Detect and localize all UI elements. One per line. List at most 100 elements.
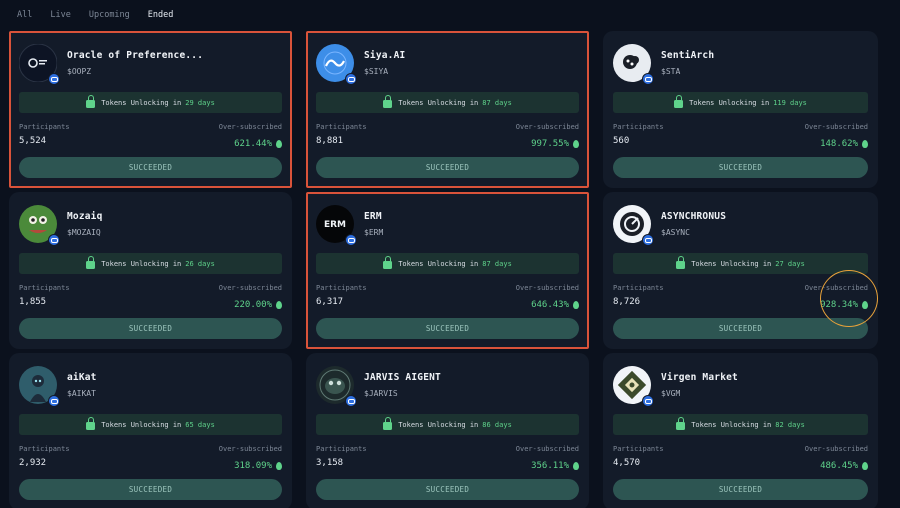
project-name: Oracle of Preference... — [67, 50, 204, 61]
oversubscribed-label: Over-subscribed — [804, 123, 868, 131]
chain-badge-icon — [48, 395, 60, 407]
oversubscribed-value: 220.00% — [234, 300, 282, 310]
status-button[interactable]: SUCCEEDED — [613, 157, 868, 178]
unlock-banner: Tokens Unlocking in 87 days — [316, 253, 579, 274]
unlock-banner: Tokens Unlocking in 86 days — [316, 414, 579, 435]
unlock-banner: Tokens Unlocking in 65 days — [19, 414, 282, 435]
project-card[interactable]: ERM ERM $ERM Tokens Unlocking in 87 days… — [306, 192, 589, 349]
lock-icon — [86, 256, 96, 269]
participants-label: Participants — [613, 445, 664, 453]
unlock-label: Tokens Unlocking in — [101, 98, 182, 107]
unlock-days: 86 days — [482, 420, 512, 429]
flame-icon — [862, 140, 868, 148]
participants-label: Participants — [19, 284, 70, 292]
unlock-label: Tokens Unlocking in — [398, 259, 479, 268]
project-name: ERM — [364, 211, 382, 222]
flame-icon — [276, 462, 282, 470]
unlock-banner: Tokens Unlocking in 82 days — [613, 414, 868, 435]
async-logo-icon — [613, 205, 654, 246]
chain-badge-icon — [345, 395, 357, 407]
participants-value: 560 — [613, 136, 630, 146]
status-button[interactable]: SUCCEEDED — [19, 479, 282, 500]
card-header: aiKat $AIKAT — [19, 365, 282, 407]
status-button[interactable]: SUCCEEDED — [19, 318, 282, 339]
project-card[interactable]: Mozaiq $MOZAIQ Tokens Unlocking in 26 da… — [9, 192, 292, 349]
participants-label: Participants — [613, 123, 664, 131]
project-ticker: $MOZAIQ — [67, 228, 101, 237]
participants-value: 4,570 — [613, 458, 641, 468]
status-button[interactable]: SUCCEEDED — [613, 479, 868, 500]
chain-badge-icon — [48, 234, 60, 246]
unlock-label: Tokens Unlocking in — [691, 420, 772, 429]
card-header: SentiArch $STA — [613, 43, 868, 85]
card-header: Siya.AI $SIYA — [316, 43, 579, 85]
participants-value: 8,881 — [316, 136, 344, 146]
project-card[interactable]: JARVIS AIGENT $JARVIS Tokens Unlocking i… — [306, 353, 589, 508]
project-card[interactable]: Siya.AI $SIYA Tokens Unlocking in 87 day… — [306, 31, 589, 188]
project-card[interactable]: aiKat $AIKAT Tokens Unlocking in 65 days… — [9, 353, 292, 508]
flame-icon — [573, 301, 579, 309]
lock-icon — [676, 417, 686, 430]
chain-badge-icon — [48, 73, 60, 85]
stats-row: Participants 4,570 Over-subscribed 486.4… — [613, 445, 868, 472]
project-card[interactable]: ASYNCHRONUS $ASYNC Tokens Unlocking in 2… — [603, 192, 878, 349]
status-button[interactable]: SUCCEEDED — [613, 318, 868, 339]
lock-icon — [383, 95, 393, 108]
oversubscribed-value: 356.11% — [531, 461, 579, 471]
participants-label: Participants — [19, 445, 70, 453]
project-name: Siya.AI — [364, 50, 406, 61]
unlock-banner: Tokens Unlocking in 26 days — [19, 253, 282, 274]
aikat-logo-icon — [19, 366, 60, 407]
chain-badge-icon — [642, 395, 654, 407]
lock-icon — [383, 256, 393, 269]
oversubscribed-value: 928.34% — [820, 300, 868, 310]
filter-tabs: All Live Upcoming Ended — [17, 10, 191, 20]
mozaiq-logo-icon — [19, 205, 60, 246]
oversubscribed-label: Over-subscribed — [804, 284, 868, 292]
oversubscribed-label: Over-subscribed — [218, 284, 282, 292]
project-card[interactable]: Oracle of Preference... $OOPZ Tokens Unl… — [9, 31, 292, 188]
status-button[interactable]: SUCCEEDED — [316, 318, 579, 339]
unlock-days: 29 days — [185, 98, 215, 107]
project-name: ASYNCHRONUS — [661, 211, 727, 222]
tab-all[interactable]: All — [17, 10, 32, 20]
project-card[interactable]: Virgen Market $VGM Tokens Unlocking in 8… — [603, 353, 878, 508]
project-name: aiKat — [67, 372, 97, 383]
oversubscribed-value: 621.44% — [234, 139, 282, 149]
unlock-label: Tokens Unlocking in — [689, 98, 770, 107]
erm-logo-icon: ERM — [316, 205, 357, 246]
participants-value: 6,317 — [316, 297, 344, 307]
oversubscribed-label: Over-subscribed — [515, 445, 579, 453]
flame-icon — [573, 462, 579, 470]
status-button[interactable]: SUCCEEDED — [316, 479, 579, 500]
participants-label: Participants — [316, 445, 367, 453]
card-header: JARVIS AIGENT $JARVIS — [316, 365, 579, 407]
project-ticker: $VGM — [661, 389, 681, 398]
project-ticker: $ASYNC — [661, 228, 690, 237]
status-button[interactable]: SUCCEEDED — [19, 157, 282, 178]
status-button[interactable]: SUCCEEDED — [316, 157, 579, 178]
oversubscribed-value: 318.09% — [234, 461, 282, 471]
tab-live[interactable]: Live — [50, 10, 70, 20]
unlock-banner: Tokens Unlocking in 29 days — [19, 92, 282, 113]
oversubscribed-value: 148.62% — [820, 139, 868, 149]
unlock-label: Tokens Unlocking in — [101, 259, 182, 268]
project-name: Virgen Market — [661, 372, 738, 383]
lock-icon — [676, 256, 686, 269]
tab-ended[interactable]: Ended — [148, 10, 174, 20]
project-ticker: $OOPZ — [67, 67, 92, 76]
participants-value: 8,726 — [613, 297, 641, 307]
participants-label: Participants — [19, 123, 70, 131]
tab-upcoming[interactable]: Upcoming — [89, 10, 130, 20]
stats-row: Participants 8,881 Over-subscribed 997.5… — [316, 123, 579, 150]
lock-icon — [674, 95, 684, 108]
project-name: Mozaiq — [67, 211, 103, 222]
unlock-banner: Tokens Unlocking in 27 days — [613, 253, 868, 274]
unlock-days: 82 days — [775, 420, 805, 429]
oversubscribed-label: Over-subscribed — [218, 445, 282, 453]
chain-badge-icon — [642, 73, 654, 85]
project-card[interactable]: SentiArch $STA Tokens Unlocking in 119 d… — [603, 31, 878, 188]
stats-row: Participants 8,726 Over-subscribed 928.3… — [613, 284, 868, 311]
participants-label: Participants — [316, 284, 367, 292]
project-name: JARVIS AIGENT — [364, 372, 441, 383]
